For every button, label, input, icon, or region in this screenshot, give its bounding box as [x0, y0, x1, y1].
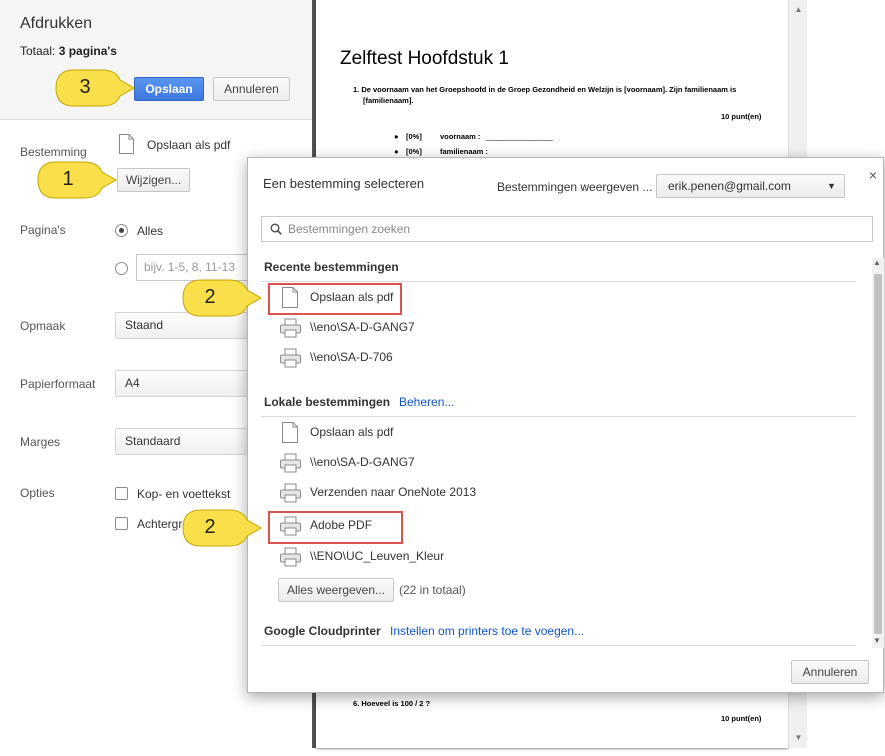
- question-6-points: 10 punt(en): [721, 714, 762, 723]
- question-1-points: 10 punt(en): [721, 112, 762, 121]
- account-select[interactable]: erik.penen@gmail.com ▼: [656, 174, 845, 198]
- manage-link[interactable]: Beheren...: [399, 395, 454, 409]
- account-value: erik.penen@gmail.com: [668, 179, 791, 193]
- search-icon: [270, 223, 282, 235]
- scroll-up-icon[interactable]: ▲: [873, 258, 881, 267]
- scroll-down-icon[interactable]: ▼: [789, 730, 808, 745]
- bullet: ●: [394, 147, 399, 156]
- margins-select[interactable]: Standaard: [115, 428, 250, 455]
- local-destination-item[interactable]: Verzenden naar OneNote 2013: [278, 480, 608, 506]
- local-destinations-heading: Lokale bestemmingen: [264, 395, 391, 409]
- file-icon: [282, 422, 298, 443]
- cloud-setup-link[interactable]: Instellen om printers toe te voegen...: [390, 624, 584, 638]
- recent-destination-item[interactable]: \\eno\SA-D-706: [278, 345, 608, 371]
- background-checkbox[interactable]: [115, 517, 128, 530]
- callout-number: 3: [79, 76, 91, 98]
- question-1-line-1: 1. De voornaam van het Groepshoofd in de…: [353, 85, 737, 94]
- question-6-text: 6. Hoeveel is 100 / 2 ?: [353, 699, 431, 708]
- local-destination-item[interactable]: \\ENO\UC_Leuven_Kleur: [278, 544, 608, 570]
- callout-number: 1: [62, 168, 74, 190]
- answer-2-label: familienaam :: [440, 147, 488, 156]
- header-footer-checkbox[interactable]: [115, 487, 128, 500]
- dialog-title: Een bestemming selecteren: [263, 176, 425, 191]
- print-title: Afdrukken: [20, 15, 93, 32]
- paper-size-label: Papierformaat: [20, 377, 96, 391]
- answer-1-percent: [0%]: [406, 132, 422, 141]
- scroll-down-icon[interactable]: ▼: [873, 636, 881, 645]
- print-header: Afdrukken Totaal: 3 pagina's Opslaan Ann…: [0, 0, 312, 120]
- printer-icon: [280, 348, 301, 368]
- divider: [261, 645, 856, 646]
- destination-value: Opslaan als pdf: [147, 138, 231, 152]
- change-destination-button[interactable]: Wijzigen...: [117, 168, 190, 192]
- destination-label: \\eno\SA-D-GANG7: [310, 320, 415, 334]
- show-destinations-label: Bestemmingen weergeven ...: [497, 180, 653, 194]
- pages-range-input[interactable]: bijv. 1-5, 8, 11-13: [136, 254, 256, 281]
- save-button[interactable]: Opslaan: [134, 77, 204, 101]
- close-icon[interactable]: ×: [866, 167, 880, 183]
- bullet: ●: [394, 132, 399, 141]
- callout-number: 2: [204, 516, 216, 538]
- destination-label: \\eno\SA-D-GANG7: [310, 455, 415, 469]
- file-icon: [119, 134, 134, 154]
- search-placeholder: Bestemmingen zoeken: [288, 222, 411, 236]
- recent-destination-item[interactable]: \\eno\SA-D-GANG7: [278, 315, 608, 341]
- recent-destinations-heading: Recente bestemmingen: [264, 260, 399, 274]
- printer-icon: [280, 318, 301, 338]
- answer-1-label: voornaam :: [440, 132, 481, 141]
- scrollbar-thumb[interactable]: [874, 274, 882, 634]
- options-label: Opties: [20, 486, 55, 500]
- printer-icon: [280, 483, 301, 503]
- printer-icon: [280, 547, 301, 567]
- divider: [261, 281, 856, 282]
- destination-label: \\ENO\UC_Leuven_Kleur: [310, 549, 445, 563]
- header-footer-label: Kop- en voettekst: [137, 487, 231, 501]
- question-1-line-2: [familienaam].: [363, 96, 414, 105]
- destination-label: Bestemming: [20, 145, 87, 159]
- paper-size-select[interactable]: A4: [115, 370, 250, 397]
- total-label: Totaal:: [20, 44, 56, 58]
- total-pages: Totaal: 3 pagina's: [20, 44, 117, 58]
- destination-label: Verzenden naar OneNote 2013: [310, 485, 477, 499]
- pages-range-radio[interactable]: [115, 262, 128, 275]
- local-destination-item[interactable]: Opslaan als pdf: [278, 420, 608, 446]
- cloud-printer-heading: Google Cloudprinter: [264, 624, 381, 638]
- total-count: (22 in totaal): [399, 583, 466, 597]
- destination-label: Opslaan als pdf: [310, 425, 394, 439]
- pages-all-radio[interactable]: [115, 224, 128, 237]
- cancel-button[interactable]: Annuleren: [213, 77, 290, 101]
- pages-all-label: Alles: [137, 224, 164, 238]
- search-input[interactable]: Bestemmingen zoeken: [261, 216, 873, 242]
- local-destination-item[interactable]: \\eno\SA-D-GANG7: [278, 450, 608, 476]
- scroll-up-icon[interactable]: ▲: [789, 2, 808, 17]
- highlight-box: [268, 283, 402, 315]
- answer-1-blank: ________________: [486, 132, 553, 141]
- divider: [261, 416, 856, 417]
- callout-number: 2: [204, 286, 216, 308]
- doc-title: Zelftest Hoofdstuk 1: [340, 48, 509, 69]
- answer-2-percent: [0%]: [406, 147, 422, 156]
- chevron-down-icon: ▼: [827, 181, 836, 191]
- dialog-scrollbar[interactable]: ▲ ▼: [872, 258, 884, 648]
- margins-label: Marges: [20, 435, 61, 449]
- total-value: 3 pagina's: [58, 44, 117, 58]
- pages-label: Pagina's: [20, 223, 66, 237]
- layout-label: Opmaak: [20, 319, 66, 333]
- destination-label: \\eno\SA-D-706: [310, 350, 393, 364]
- dialog-cancel-button[interactable]: Annuleren: [791, 660, 869, 684]
- destination-dialog: Een bestemming selecteren Bestemmingen w…: [247, 157, 884, 693]
- highlight-box: [268, 511, 403, 544]
- printer-icon: [280, 453, 301, 473]
- show-all-button[interactable]: Alles weergeven...: [278, 578, 394, 602]
